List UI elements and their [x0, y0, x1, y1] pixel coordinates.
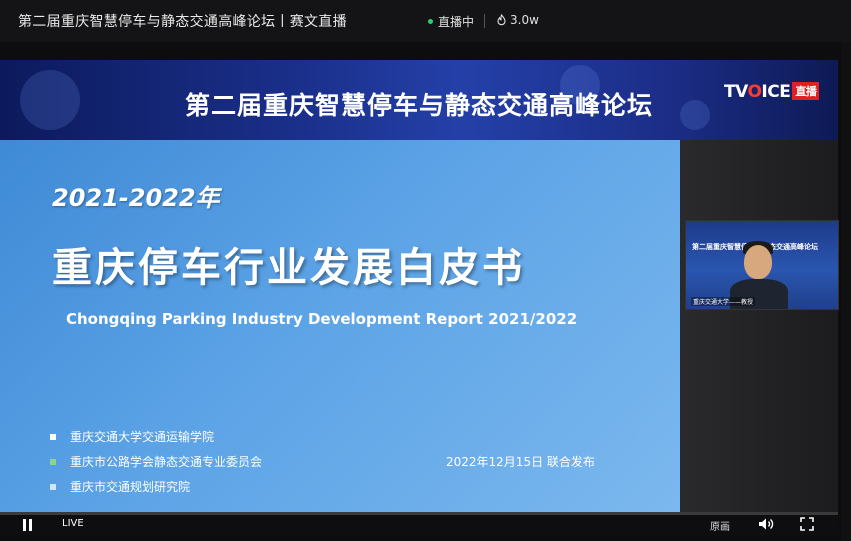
top-bar: 第二届重庆智慧停车与静态交通高峰论坛丨赛文直播 直播中 3.0w [0, 0, 851, 42]
tvoice-logo: TVOICE 直播 [724, 82, 820, 102]
slide-english-title: Chongqing Parking Industry Development R… [66, 310, 578, 328]
speaker-video[interactable]: 第二届重庆智慧停车与静态交通高峰论坛 重庆交通大学——教授 [685, 220, 839, 310]
quality-selector[interactable]: 原画 [710, 518, 730, 533]
org-item: 重庆市公路学会静态交通专业委员会 [50, 453, 262, 470]
view-count: 3.0w [496, 13, 539, 27]
live-dot-icon [428, 19, 433, 24]
speaker-head [744, 245, 772, 279]
flame-icon [497, 13, 506, 25]
volume-icon[interactable] [758, 517, 774, 531]
forum-banner: 第二届重庆智慧停车与静态交通高峰论坛 TVOICE 直播 [0, 60, 838, 140]
window-title: 第二届重庆智慧停车与静态交通高峰论坛丨赛文直播 [18, 14, 347, 30]
live-indicator: LIVE [62, 518, 84, 529]
view-count-value: 3.0w [510, 13, 539, 27]
bullet-icon [50, 433, 56, 440]
banner-title: 第二届重庆智慧停车与静态交通高峰论坛 [184, 91, 653, 120]
progress-bar[interactable] [0, 512, 838, 515]
live-status: 直播中 [428, 13, 474, 30]
presentation-slide: 2021-2022年 重庆停车行业发展白皮书 Chongqing Parking… [0, 140, 680, 512]
pause-icon[interactable] [22, 519, 34, 531]
player-controls: LIVE 原画 [0, 512, 838, 535]
live-status-label: 直播中 [438, 15, 475, 29]
slide-years: 2021-2022年 [52, 184, 220, 212]
live-tag: 直播 [792, 82, 820, 100]
divider [484, 14, 485, 28]
bullet-icon [50, 458, 56, 465]
pip-label: 重庆交通大学——教授 [691, 297, 756, 306]
publish-date: 2022年12月15日 联合发布 [446, 455, 595, 469]
bullet-icon [50, 483, 56, 490]
slide-title: 重庆停车行业发展白皮书 [52, 245, 525, 291]
fullscreen-icon[interactable] [800, 517, 814, 531]
side-panel [680, 140, 838, 512]
scrollbar[interactable] [841, 42, 851, 541]
org-item: 重庆交通大学交通运输学院 [50, 428, 214, 445]
org-item: 重庆市交通规划研究院 [50, 478, 190, 495]
